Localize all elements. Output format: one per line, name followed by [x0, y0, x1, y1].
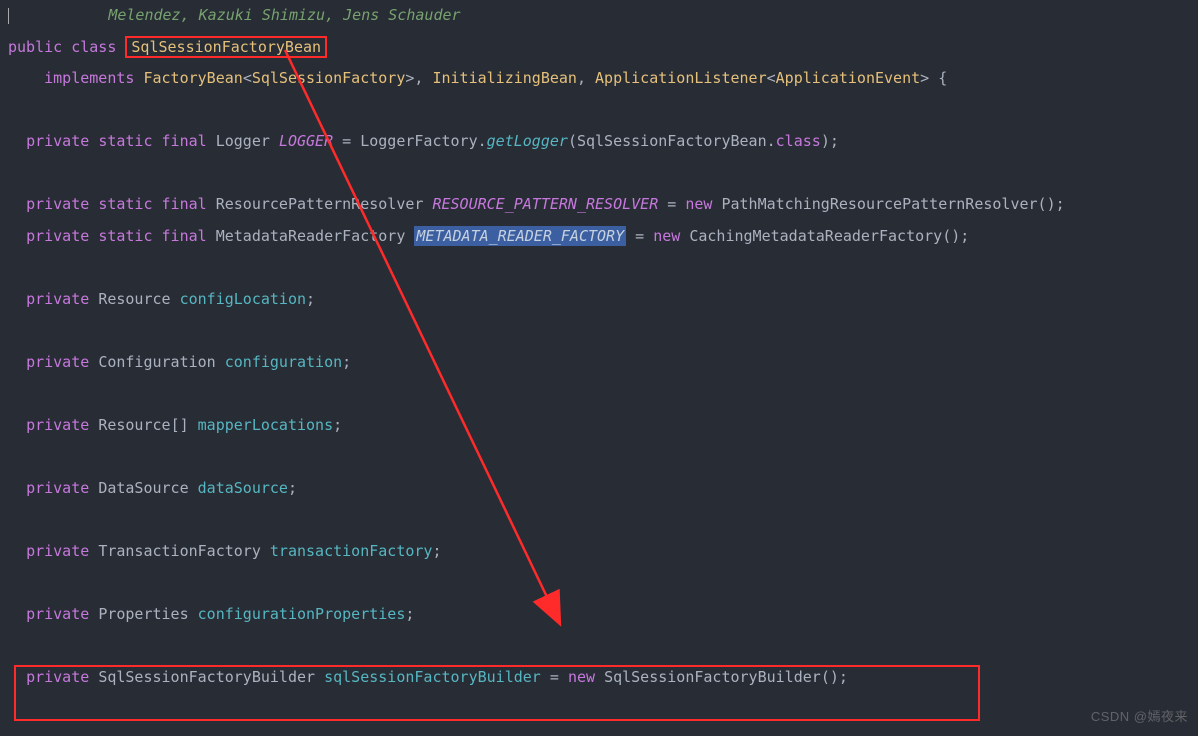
- field-rpr: RESOURCE_PATTERN_RESOLVER: [432, 195, 658, 213]
- class-name: SqlSessionFactoryBean: [131, 38, 321, 56]
- type-factorybean: FactoryBean: [143, 69, 242, 87]
- javadoc-authors: Melendez, Kazuki Shimizu, Jens Schauder: [108, 6, 460, 24]
- classname-box: SqlSessionFactoryBean: [125, 36, 327, 58]
- field-configprops: configurationProperties: [198, 605, 406, 623]
- kw-implements: implements: [44, 69, 134, 87]
- highlight-box-builder: [14, 665, 980, 721]
- code-editor[interactable]: Melendez, Kazuki Shimizu, Jens Schauder …: [0, 0, 1198, 693]
- ctor-cmrf: CachingMetadataReaderFactory: [689, 227, 942, 245]
- type-applistener: ApplicationListener: [595, 69, 767, 87]
- field-configlocation: configLocation: [180, 290, 306, 308]
- field-txfactory: transactionFactory: [270, 542, 433, 560]
- type-logger: Logger: [216, 132, 270, 150]
- kw-public: public: [8, 38, 62, 56]
- ctor-pmrpr: PathMatchingResourcePatternResolver: [721, 195, 1037, 213]
- type-sqlsessionfactory: SqlSessionFactory: [252, 69, 406, 87]
- field-configuration: configuration: [225, 353, 342, 371]
- field-mapperlocations: mapperLocations: [198, 416, 333, 434]
- watermark: CSDN @嫣夜来: [1091, 703, 1188, 730]
- method-getlogger: getLogger: [487, 132, 568, 150]
- type-mrf: MetadataReaderFactory: [216, 227, 406, 245]
- field-logger: LOGGER: [279, 132, 333, 150]
- type-appevent: ApplicationEvent: [776, 69, 921, 87]
- field-mrf-selected: METADATA_READER_FACTORY: [414, 226, 626, 246]
- type-rpr: ResourcePatternResolver: [216, 195, 424, 213]
- kw-class: class: [71, 38, 116, 56]
- field-datasource: dataSource: [198, 479, 288, 497]
- type-initbean: InitializingBean: [432, 69, 577, 87]
- caret: [8, 8, 9, 24]
